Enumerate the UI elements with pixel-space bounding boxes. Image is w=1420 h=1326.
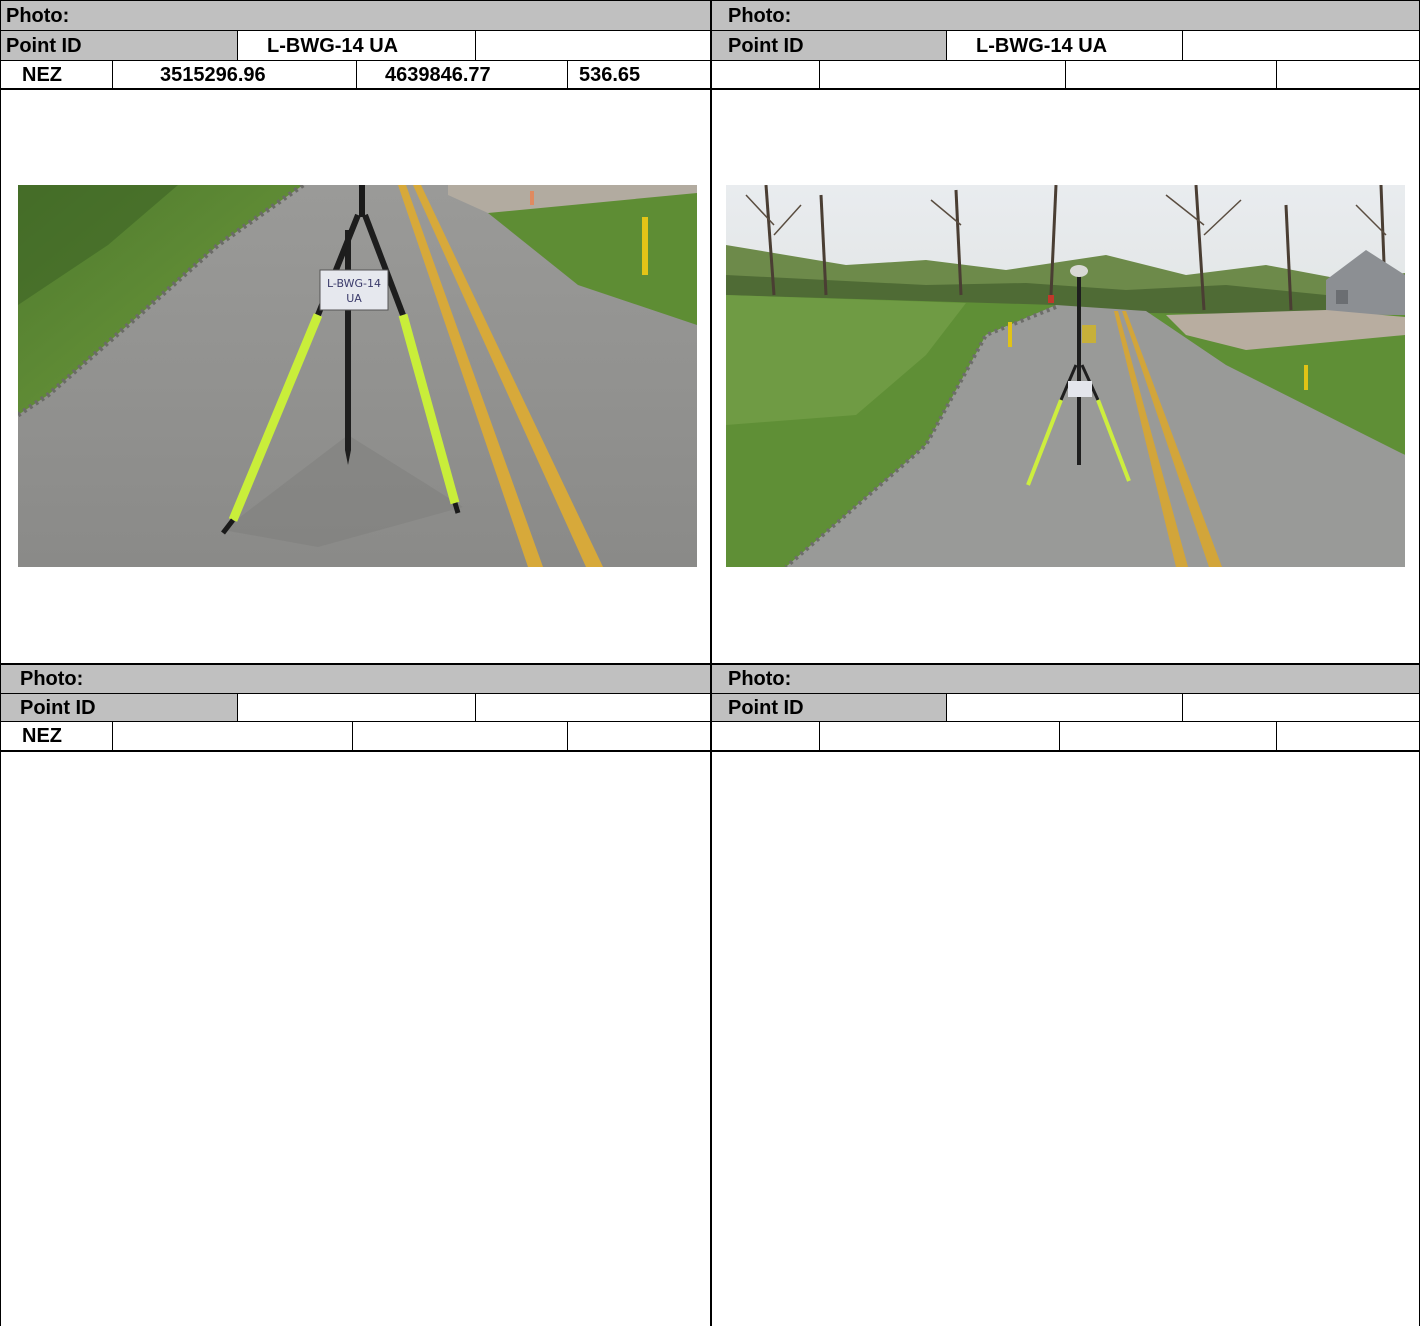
panel-1-elevation: 536.65 [579, 64, 641, 86]
panel-1-nez-label: NEZ [22, 64, 62, 86]
cell-divider [946, 693, 947, 722]
cell-divider [946, 30, 947, 60]
cell-divider [819, 721, 820, 751]
panel-4-photo-label: Photo: [728, 668, 792, 690]
panel-1-point-id-label: Point ID [6, 35, 82, 57]
rule [0, 88, 1420, 90]
cell-divider [1065, 60, 1066, 89]
cell-divider [1182, 30, 1183, 60]
cell-divider [475, 30, 476, 60]
cell-divider [1276, 60, 1277, 89]
rule [0, 693, 1420, 694]
panel-2-point-id-label: Point ID [728, 35, 804, 57]
panel-3-point-id-label: Point ID [20, 697, 96, 719]
rule [0, 60, 1420, 61]
svg-text:UA: UA [346, 292, 362, 305]
photo-log-sheet: Photo: Point ID L-BWG-14 UA NEZ 3515296.… [0, 0, 1420, 1326]
cell-divider [567, 60, 568, 89]
panel-4-photo-header-bg [712, 665, 1419, 693]
panel-2-photo [726, 185, 1405, 567]
panel-4-point-id-label: Point ID [728, 697, 804, 719]
cell-divider [112, 721, 113, 751]
panel-1-photo: L-BWG-14 UA [18, 185, 697, 567]
panel-3-photo-header-bg [1, 665, 710, 693]
panel-3-nez-label: NEZ [22, 725, 62, 747]
panel-1-photo-label: Photo: [6, 5, 70, 27]
panel-1-northing: 3515296.96 [160, 64, 266, 86]
panel-3-photo-label: Photo: [20, 668, 84, 690]
panel-1-point-id-value: L-BWG-14 UA [267, 35, 399, 57]
cell-divider [1059, 721, 1060, 751]
svg-text:L-BWG-14: L-BWG-14 [327, 277, 381, 290]
cell-divider [356, 60, 357, 89]
cell-divider [819, 60, 820, 89]
rule [0, 663, 1420, 665]
rule [0, 30, 1420, 31]
panel-2-point-id-value: L-BWG-14 UA [976, 35, 1108, 57]
cell-divider [237, 693, 238, 722]
cell-divider [237, 30, 238, 60]
cell-divider [1182, 693, 1183, 722]
cell-divider [475, 693, 476, 722]
cell-divider [567, 721, 568, 751]
panel-2-photo-label: Photo: [728, 5, 792, 27]
cell-divider [352, 721, 353, 751]
rule [0, 721, 1420, 722]
panel-1-photo-header-bg [1, 1, 710, 30]
panel-2-photo-header-bg [712, 1, 1419, 30]
rule [0, 750, 1420, 752]
cell-divider [112, 60, 113, 89]
panel-1-easting: 4639846.77 [385, 64, 491, 86]
cell-divider [1276, 721, 1277, 751]
